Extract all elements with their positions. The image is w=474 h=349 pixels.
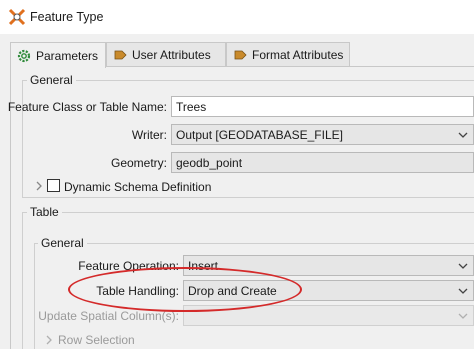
tab-parameters-label: Parameters: [36, 48, 99, 63]
gear-icon: [17, 49, 31, 62]
feature-operation-value: Insert: [188, 259, 219, 273]
writer-label: Writer:: [131, 128, 167, 142]
table-handling-select[interactable]: Drop and Create: [183, 280, 474, 301]
chevron-down-icon: [458, 263, 468, 269]
feature-class-input[interactable]: Trees: [171, 96, 474, 117]
general-group-title: General: [27, 73, 76, 87]
tab-user-attributes[interactable]: User Attributes: [106, 42, 226, 67]
table-handling-value: Drop and Create: [188, 284, 277, 298]
chevron-right-icon[interactable]: [34, 181, 44, 191]
chevron-down-icon: [458, 313, 468, 319]
tab-user-attributes-label: User Attributes: [132, 48, 211, 62]
dynamic-schema-label: Dynamic Schema Definition: [64, 180, 212, 194]
tab-parameters[interactable]: Parameters: [10, 42, 106, 68]
feature-class-label: Feature Class or Table Name:: [7, 100, 167, 114]
attribute-arrow-icon: [234, 50, 247, 60]
geometry-field[interactable]: geodb_point: [171, 152, 474, 173]
writer-select[interactable]: Output [GEODATABASE_FILE]: [171, 124, 474, 145]
chevron-down-icon: [458, 132, 468, 138]
chevron-down-icon: [458, 288, 468, 294]
chevron-right-icon[interactable]: [44, 335, 54, 345]
table-handling-label: Table Handling:: [96, 284, 179, 298]
dynamic-schema-checkbox[interactable]: [47, 179, 60, 192]
update-spatial-label: Update Spatial Column(s):: [38, 309, 179, 323]
window-title: Feature Type: [30, 10, 104, 24]
attribute-arrow-icon: [114, 50, 127, 60]
writer-value: Output [GEODATABASE_FILE]: [176, 128, 343, 142]
update-spatial-select[interactable]: [183, 305, 474, 326]
feature-operation-label: Feature Operation:: [78, 259, 179, 273]
row-selection-label: Row Selection: [58, 333, 135, 347]
feature-type-dialog: Feature Type Parameters User Attributes …: [0, 0, 474, 349]
table-general-group-title: General: [38, 236, 87, 250]
feature-operation-select[interactable]: Insert: [183, 255, 474, 276]
geometry-label: Geometry:: [110, 156, 167, 170]
tab-format-attributes[interactable]: Format Attributes: [226, 42, 350, 67]
table-group-title: Table: [27, 205, 62, 219]
geometry-value: geodb_point: [176, 156, 243, 170]
tab-strip: Parameters User Attributes Format Attrib…: [10, 42, 474, 68]
feature-class-value: Trees: [176, 100, 207, 114]
title-bar: Feature Type: [0, 0, 474, 34]
fme-app-icon: [8, 8, 26, 26]
tab-format-attributes-label: Format Attributes: [252, 48, 344, 62]
